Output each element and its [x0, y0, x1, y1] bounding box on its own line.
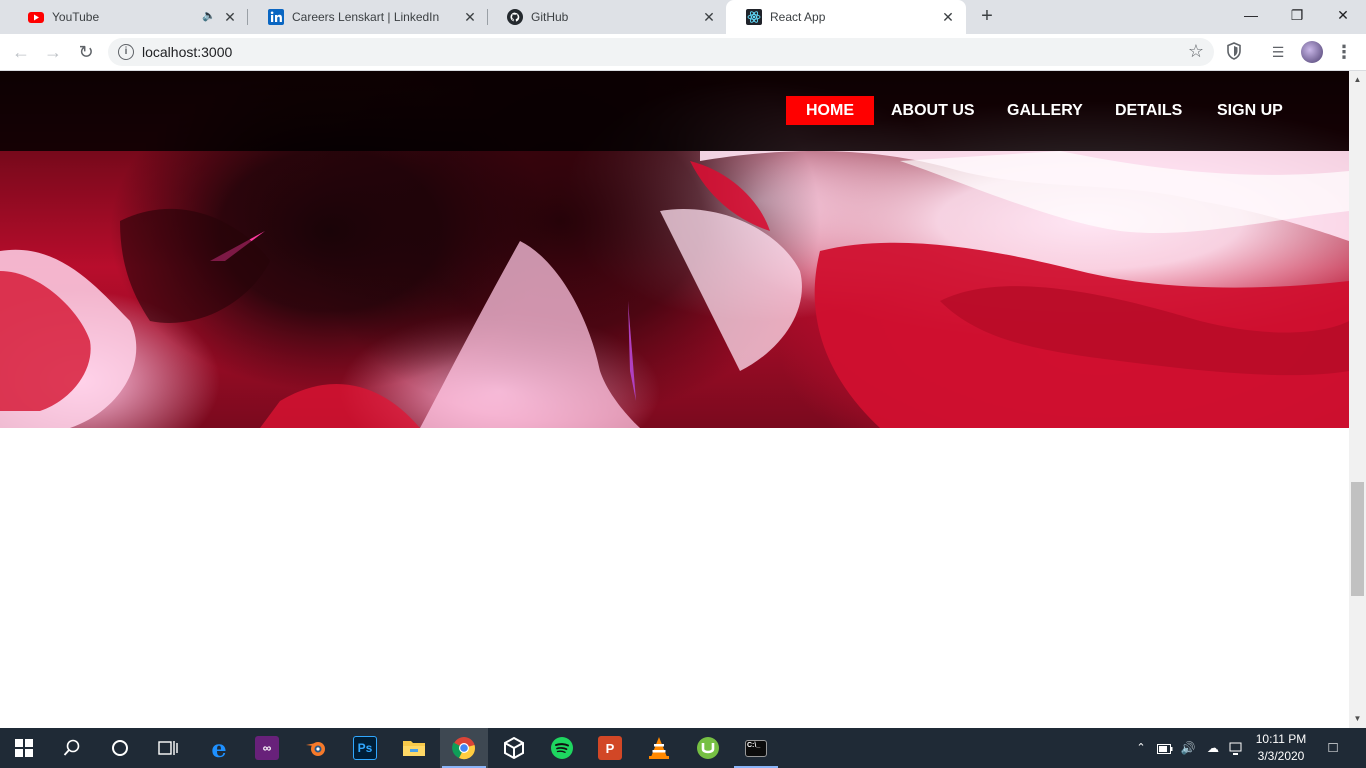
tab-title: React App	[770, 10, 826, 24]
back-button[interactable]: ←	[11, 42, 31, 62]
photoshop-icon: Ps	[353, 736, 377, 760]
task-view-button[interactable]	[144, 728, 192, 768]
taskbar-vlc[interactable]	[635, 728, 683, 768]
menu-icon[interactable]: ⋮	[1334, 42, 1354, 62]
windows-taskbar: e ∞ Ps P C:\_ ⌃ 🔊 ☁ 10:11 PM 3/3/2020 □	[0, 728, 1366, 768]
page-scrollbar[interactable]: ▲ ▼	[1349, 71, 1366, 728]
tab-github[interactable]: GitHub ✕	[487, 0, 727, 34]
tab-react-app[interactable]: React App ✕	[726, 0, 966, 34]
url-text[interactable]: localhost:3000	[142, 44, 232, 60]
taskbar-unity[interactable]	[490, 728, 538, 768]
github-icon	[507, 9, 523, 25]
close-icon[interactable]: ✕	[462, 9, 478, 25]
site-info-icon[interactable]: i	[118, 44, 134, 60]
utorrent-icon	[697, 737, 719, 759]
hero-background-video: HOME ABOUT US GALLERY DETAILS SIGN UP	[0, 71, 1349, 428]
media-control-icon[interactable]: ☰	[1268, 42, 1288, 62]
new-tab-button[interactable]: +	[976, 6, 998, 28]
taskbar-file-explorer[interactable]	[390, 728, 438, 768]
site-navbar: HOME ABOUT US GALLERY DETAILS SIGN UP	[0, 71, 1349, 151]
system-clock[interactable]: 10:11 PM 3/3/2020	[1250, 731, 1312, 765]
taskbar-edge[interactable]: e	[195, 728, 243, 768]
youtube-icon	[28, 12, 44, 23]
onedrive-cloud-icon[interactable]: ☁	[1202, 728, 1224, 768]
linkedin-icon	[268, 9, 284, 25]
taskbar-spotify[interactable]	[538, 728, 586, 768]
scrollbar-thumb[interactable]	[1351, 482, 1364, 596]
profile-avatar[interactable]	[1301, 41, 1323, 63]
tab-title: Careers Lenskart | LinkedIn	[292, 10, 440, 24]
tab-strip: YouTube 🔈 ✕ Careers Lenskart | LinkedIn …	[0, 0, 1366, 34]
battery-icon[interactable]	[1155, 728, 1175, 768]
powerpoint-icon: P	[598, 736, 622, 760]
terminal-icon: C:\_	[745, 739, 767, 757]
cortana-icon	[112, 740, 128, 756]
close-icon[interactable]: ✕	[222, 9, 238, 25]
taskbar-utorrent[interactable]	[684, 728, 732, 768]
speaker-muted-icon[interactable]: 🔈	[202, 9, 216, 25]
windows-start-icon	[15, 739, 33, 757]
vlc-icon	[649, 737, 669, 759]
search-icon	[63, 739, 80, 756]
nav-details[interactable]: DETAILS	[1095, 96, 1202, 125]
nav-home[interactable]: HOME	[786, 96, 874, 125]
taskbar-blender[interactable]	[292, 728, 340, 768]
forward-button[interactable]: →	[43, 42, 63, 62]
clock-time: 10:11 PM	[1255, 732, 1307, 746]
browser-toolbar: ← → ↻ i localhost:3000 ☆ ☰ ⋮	[0, 34, 1366, 71]
chrome-icon	[452, 737, 475, 760]
spotify-icon	[551, 737, 573, 759]
nav-gallery[interactable]: GALLERY	[987, 96, 1103, 125]
close-icon[interactable]: ✕	[940, 9, 956, 25]
tab-title: GitHub	[531, 10, 569, 24]
taskbar-terminal[interactable]: C:\_	[732, 728, 780, 768]
reload-button[interactable]: ↻	[76, 42, 96, 62]
react-icon	[746, 9, 762, 25]
minimize-button[interactable]: —	[1228, 0, 1274, 30]
tab-youtube[interactable]: YouTube 🔈 ✕	[8, 0, 248, 34]
restore-button[interactable]: ❐	[1274, 0, 1320, 30]
show-hidden-icons-chevron-icon[interactable]: ⌃	[1132, 728, 1150, 768]
page-viewport: HOME ABOUT US GALLERY DETAILS SIGN UP	[0, 71, 1349, 728]
nav-sign-up[interactable]: SIGN UP	[1197, 96, 1303, 125]
cortana-button[interactable]	[96, 728, 144, 768]
tab-linkedin[interactable]: Careers Lenskart | LinkedIn ✕	[248, 0, 488, 34]
address-bar[interactable]: i localhost:3000 ☆	[108, 38, 1214, 66]
visual-studio-icon: ∞	[255, 736, 279, 760]
network-icon[interactable]	[1226, 728, 1248, 768]
tab-title: YouTube	[52, 10, 100, 24]
close-icon[interactable]: ✕	[701, 9, 717, 25]
scroll-down-arrow-icon[interactable]: ▼	[1349, 712, 1366, 726]
bookmark-star-icon[interactable]: ☆	[1188, 41, 1204, 62]
scroll-up-arrow-icon[interactable]: ▲	[1349, 73, 1366, 87]
task-view-icon	[158, 741, 178, 755]
notifications-icon[interactable]: □	[1320, 728, 1346, 768]
start-button[interactable]	[0, 728, 48, 768]
taskbar-photoshop[interactable]: Ps	[341, 728, 389, 768]
nav-about-us[interactable]: ABOUT US	[871, 96, 995, 125]
extension-shield-icon[interactable]	[1224, 42, 1244, 62]
file-explorer-icon	[403, 741, 425, 756]
search-button[interactable]	[48, 728, 96, 768]
window-close-button[interactable]: ✕	[1320, 0, 1366, 30]
taskbar-powerpoint[interactable]: P	[586, 728, 634, 768]
taskbar-visual-studio[interactable]: ∞	[243, 728, 291, 768]
taskbar-chrome[interactable]	[440, 728, 488, 768]
blender-icon	[306, 742, 325, 756]
clock-date: 3/3/2020	[1257, 749, 1305, 763]
volume-icon[interactable]: 🔊	[1178, 728, 1198, 768]
unity-icon	[504, 737, 524, 759]
edge-icon: e	[211, 733, 227, 763]
